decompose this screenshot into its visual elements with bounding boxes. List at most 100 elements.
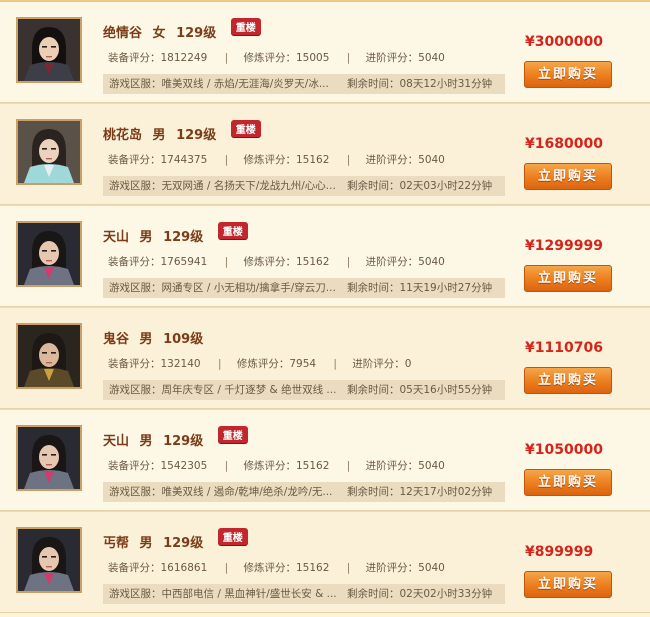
score-line: 装备评分：1812249 | 修炼评分：15005 | 进阶评分：5040 [108, 52, 445, 64]
equip-score-label: 装备评分： [108, 256, 161, 268]
equip-score-value: 132140 [160, 358, 201, 370]
advance-score-value: 5040 [418, 460, 445, 472]
remaining-value: 12天17小时02分钟 [399, 486, 493, 498]
sect-name: 天山 [103, 230, 130, 245]
buy-now-button[interactable]: 立即购买 [524, 367, 612, 394]
equip-score-label: 装备评分： [108, 52, 161, 64]
gender: 男 [139, 536, 153, 551]
buy-now-button[interactable]: 立即购买 [524, 61, 612, 88]
practice-score-label: 修炼评分： [236, 358, 290, 370]
equip-score-label: 装备评分： [108, 154, 161, 166]
score-line: 装备评分：1744375 | 修炼评分：15162 | 进阶评分：5040 [108, 154, 445, 166]
price: ¥3000000 [525, 34, 603, 50]
currency-symbol: ¥ [525, 544, 535, 560]
level: 129级 [163, 536, 204, 551]
server-value: 唯美双线 / 赤焰/无涯海/炎罗天/冰... [161, 78, 329, 90]
price: ¥1110706 [525, 340, 603, 356]
price-value: 1050000 [534, 442, 603, 458]
chonglou-badge: 重楼 [230, 120, 261, 137]
character-title: 天山 男 129级 重楼 [103, 222, 254, 245]
remaining-label: 剩余时间： [347, 588, 400, 600]
server-value: 无双网通 / 名扬天下/龙战九州/心心... [161, 180, 336, 192]
price-value: 1299999 [534, 238, 603, 254]
price-value: 1680000 [534, 136, 603, 152]
character-avatar[interactable] [16, 221, 82, 287]
chonglou-badge: 重楼 [217, 528, 248, 545]
remaining-label: 剩余时间： [347, 180, 400, 192]
score-line: 装备评分：132140 | 修炼评分：7954 | 进阶评分：0 [108, 358, 412, 370]
advance-score-label: 进阶评分： [365, 52, 419, 64]
server-value: 网通专区 / 小无相功/擒拿手/穿云刀... [161, 282, 336, 294]
level: 129级 [163, 230, 204, 245]
server-info-bar: 游戏区服：中西部电信 / 黑血神针/盛世长安 & ... 剩余时间：02天02小… [103, 584, 505, 604]
buy-now-button[interactable]: 立即购买 [524, 469, 612, 496]
buy-now-button[interactable]: 立即购买 [524, 163, 612, 190]
practice-score-label: 修炼评分： [243, 460, 297, 472]
practice-score-label: 修炼评分： [243, 154, 297, 166]
advance-score-label: 进阶评分： [365, 460, 419, 472]
sect-name: 天山 [103, 434, 130, 449]
character-portrait-icon [18, 427, 80, 489]
gender: 男 [139, 434, 153, 449]
character-avatar[interactable] [16, 425, 82, 491]
practice-score-label: 修炼评分： [243, 562, 297, 574]
currency-symbol: ¥ [525, 34, 535, 50]
character-title: 绝情谷 女 129级 重楼 [103, 18, 267, 41]
price-value: 3000000 [534, 34, 603, 50]
gender: 男 [139, 332, 153, 347]
character-avatar[interactable] [16, 17, 82, 83]
character-avatar[interactable] [16, 323, 82, 389]
character-title: 丐帮 男 129级 重楼 [103, 528, 254, 551]
advance-score-value: 5040 [418, 562, 445, 574]
remaining-value: 02天02小时33分钟 [399, 588, 493, 600]
level: 109级 [163, 332, 204, 347]
character-title: 鬼谷 男 109级 [103, 328, 209, 347]
server-label: 游戏区服： [109, 384, 162, 396]
character-portrait-icon [18, 121, 80, 183]
character-title: 天山 男 129级 重楼 [103, 426, 254, 449]
practice-score-value: 7954 [289, 358, 317, 370]
remaining-label: 剩余时间： [347, 384, 400, 396]
equip-score-value: 1765941 [160, 256, 208, 268]
advance-score-value: 5040 [418, 154, 445, 166]
advance-score-label: 进阶评分： [365, 154, 419, 166]
practice-score-label: 修炼评分： [243, 52, 297, 64]
server-info-bar: 游戏区服：唯美双线 / 遏命/乾坤/绝杀/龙吟/无... 剩余时间：12天17小… [103, 482, 505, 502]
buy-now-button[interactable]: 立即购买 [524, 265, 612, 292]
price: ¥899999 [525, 544, 593, 560]
advance-score-label: 进阶评分： [365, 256, 419, 268]
equip-score-label: 装备评分： [108, 460, 161, 472]
remaining-value: 08天12小时31分钟 [399, 78, 493, 90]
sect-name: 鬼谷 [103, 332, 130, 347]
remaining-value: 05天16小时55分钟 [399, 384, 493, 396]
sect-name: 桃花岛 [103, 128, 143, 143]
score-line: 装备评分：1616861 | 修炼评分：15162 | 进阶评分：5040 [108, 562, 445, 574]
buy-now-button[interactable]: 立即购买 [524, 571, 612, 598]
listing-row: 绝情谷 女 129级 重楼 装备评分：1812249 | 修炼评分：15005 … [0, 0, 650, 103]
character-portrait-icon [18, 325, 80, 387]
listing-row: 天山 男 129级 重楼 装备评分：1765941 | 修炼评分：15162 |… [0, 205, 650, 307]
advance-score-label: 进阶评分： [352, 358, 405, 370]
remaining-value: 11天19小时27分钟 [399, 282, 493, 294]
server-label: 游戏区服： [109, 588, 162, 600]
character-avatar[interactable] [16, 527, 82, 593]
practice-score-value: 15162 [296, 562, 330, 574]
gender: 男 [139, 230, 153, 245]
server-label: 游戏区服： [109, 486, 162, 498]
price-value: 1110706 [534, 340, 603, 356]
listing-row: 桃花岛 男 129级 重楼 装备评分：1744375 | 修炼评分：15162 … [0, 103, 650, 205]
server-info-bar: 游戏区服：无双网通 / 名扬天下/龙战九州/心心... 剩余时间：02天03小时… [103, 176, 505, 196]
listing-row: 丐帮 男 129级 重楼 装备评分：1616861 | 修炼评分：15162 |… [0, 511, 650, 613]
server-info-bar: 游戏区服：网通专区 / 小无相功/擒拿手/穿云刀... 剩余时间：11天19小时… [103, 278, 505, 298]
currency-symbol: ¥ [525, 340, 535, 356]
equip-score-value: 1616861 [160, 562, 208, 574]
remaining-label: 剩余时间： [347, 282, 400, 294]
price: ¥1680000 [525, 136, 603, 152]
practice-score-value: 15005 [296, 52, 330, 64]
chonglou-badge: 重楼 [217, 222, 248, 239]
score-line: 装备评分：1542305 | 修炼评分：15162 | 进阶评分：5040 [108, 460, 445, 472]
character-avatar[interactable] [16, 119, 82, 185]
gender: 女 [152, 26, 166, 41]
equip-score-label: 装备评分： [108, 562, 161, 574]
practice-score-label: 修炼评分： [243, 256, 297, 268]
